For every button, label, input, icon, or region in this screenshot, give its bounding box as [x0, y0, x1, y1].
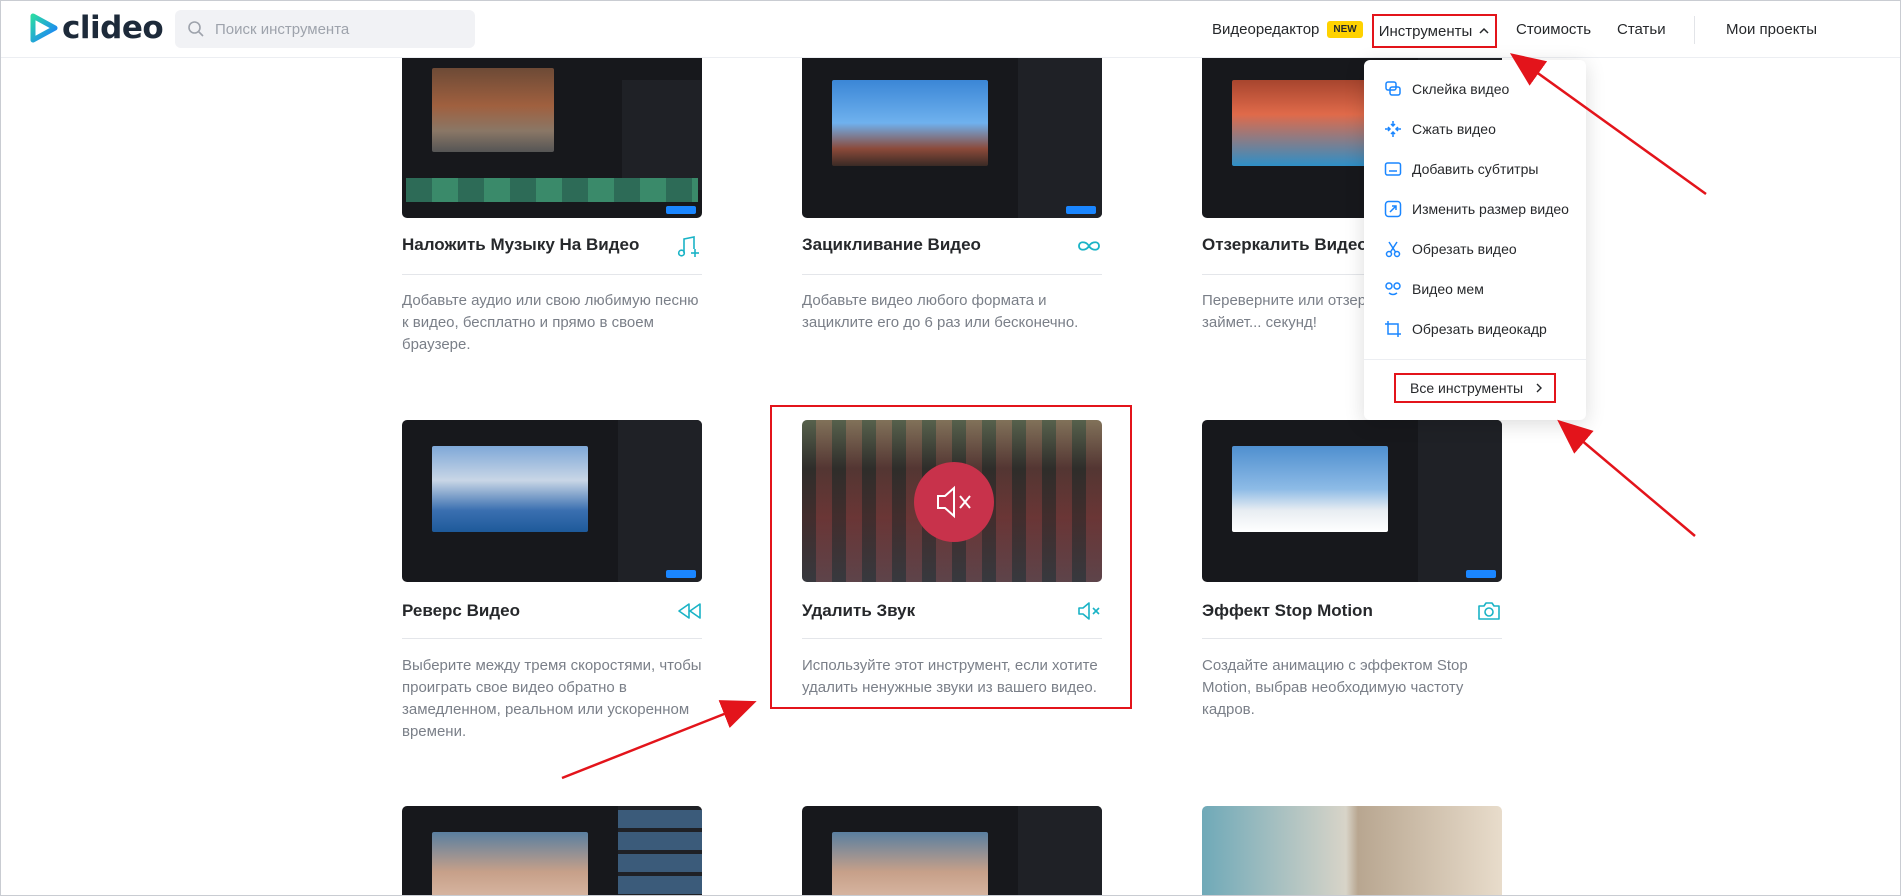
highlight-remove-audio-card [770, 405, 1132, 709]
meme-icon [1385, 282, 1401, 296]
scissors-icon [1385, 241, 1401, 258]
tool-card-row3-1[interactable] [402, 806, 702, 896]
resize-icon [1384, 200, 1402, 218]
nav-video-editor-label: Видеоредактор [1212, 20, 1320, 38]
compress-icon [1385, 121, 1401, 137]
dropdown-divider [1364, 359, 1586, 360]
editor-panel [1418, 420, 1502, 582]
card-divider [1202, 638, 1502, 639]
editor-panel [618, 420, 702, 582]
video-preview [832, 80, 988, 166]
infinity-icon [1078, 241, 1100, 251]
dropdown-item-cut[interactable]: Обрезать видео [1384, 234, 1517, 264]
export-button [666, 570, 696, 578]
editor-panel [622, 80, 702, 190]
nav-video-editor[interactable]: Видеоредактор NEW [1212, 0, 1363, 58]
play-logo-icon [30, 13, 58, 43]
dropdown-item-resize[interactable]: Изменить размер видео [1384, 194, 1569, 224]
arrow-to-all-tools [1557, 419, 1696, 537]
nav-articles[interactable]: Статьи [1617, 0, 1666, 58]
new-badge: NEW [1327, 20, 1363, 38]
card-title[interactable]: Зацикливание Видео [802, 235, 981, 255]
dropdown-item-crop[interactable]: Обрезать видеокадр [1384, 314, 1547, 344]
rewind-icon [678, 603, 701, 619]
dropdown-item-label: Видео мем [1412, 281, 1484, 297]
dropdown-item-merge[interactable]: Склейка видео [1384, 74, 1509, 104]
card-title[interactable]: Отзеркалить Видео [1202, 235, 1368, 255]
nav-tools-label: Инструменты [1378, 22, 1473, 40]
search-input[interactable] [215, 20, 465, 38]
card-thumbnail [1202, 420, 1502, 582]
tools-dropdown: Склейка видео Сжать видео Добавить субти… [1364, 60, 1586, 420]
dropdown-item-label: Сжать видео [1412, 121, 1496, 137]
card-thumbnail [802, 806, 1102, 896]
card-thumbnail [1202, 806, 1502, 896]
card-thumbnail [402, 806, 702, 896]
card-description: Создайте анимацию с эффектом Stop Motion… [1202, 657, 1468, 718]
tool-card-reverse-video[interactable]: Реверс Видео Выберите между тремя скорос… [402, 420, 702, 750]
card-title[interactable]: Реверс Видео [402, 601, 520, 621]
dropdown-item-label: Склейка видео [1412, 81, 1510, 97]
search-icon [188, 21, 204, 37]
editor-panel [1018, 58, 1102, 218]
card-divider [402, 274, 702, 275]
card-thumbnail [402, 58, 702, 218]
card-description: Выберите между тремя скоростями, чтобы п… [402, 657, 702, 740]
export-button [666, 206, 696, 214]
tool-card-row3-3[interactable] [1202, 806, 1502, 896]
nav-tools[interactable]: Инструменты [1372, 14, 1497, 48]
card-thumbnail [802, 58, 1102, 218]
search-box[interactable] [175, 10, 475, 48]
tool-card-stop-motion[interactable]: Эффект Stop Motion Создайте анимацию с э… [1202, 420, 1502, 720]
merge-icon [1385, 81, 1401, 96]
all-tools-label: Все инструменты [1410, 380, 1524, 396]
music-add-icon [677, 236, 699, 257]
chevron-up-icon [1479, 27, 1489, 34]
video-preview [432, 68, 554, 152]
site-header: clideo Видеоредактор NEW Инструменты Сто… [0, 0, 1901, 58]
video-preview [1232, 446, 1388, 532]
clideo-logo[interactable]: clideo [30, 10, 164, 46]
dropdown-item-label: Обрезать видео [1412, 241, 1517, 257]
logo-text: clideo [62, 10, 164, 46]
dropdown-item-label: Обрезать видеокадр [1412, 321, 1547, 337]
export-button [1466, 570, 1496, 578]
camera-icon [1478, 602, 1500, 620]
card-divider [402, 638, 702, 639]
card-title[interactable]: Эффект Stop Motion [1202, 601, 1373, 621]
timeline-strip [406, 178, 698, 202]
dropdown-item-compress[interactable]: Сжать видео [1384, 114, 1496, 144]
card-divider [802, 274, 1102, 275]
dropdown-item-meme[interactable]: Видео мем [1384, 274, 1484, 304]
crop-icon [1385, 321, 1401, 337]
card-thumbnail [402, 420, 702, 582]
export-button [1066, 206, 1096, 214]
tool-card-add-music[interactable]: Наложить Музыку На Видео Добавьте аудио … [402, 58, 702, 358]
editor-panel [618, 806, 702, 896]
tool-card-loop-video[interactable]: Зацикливание Видео Добавьте видео любого… [802, 58, 1102, 358]
video-preview [832, 832, 988, 896]
all-tools-button[interactable]: Все инструменты [1394, 373, 1556, 403]
subtitles-icon [1384, 162, 1402, 176]
video-preview [432, 832, 588, 896]
tool-card-row3-2[interactable] [802, 806, 1102, 896]
dropdown-item-subtitles[interactable]: Добавить субтитры [1384, 154, 1538, 184]
nav-divider [1694, 16, 1695, 44]
card-title[interactable]: Наложить Музыку На Видео [402, 235, 639, 255]
card-description: Добавьте аудио или свою любимую песню к … [402, 292, 699, 353]
nav-my-projects[interactable]: Мои проекты [1726, 0, 1817, 58]
dropdown-item-label: Добавить субтитры [1412, 161, 1539, 177]
nav-pricing[interactable]: Стоимость [1516, 0, 1591, 58]
video-preview [432, 446, 588, 532]
chevron-right-icon [1536, 383, 1542, 393]
card-description: Добавьте видео любого формата и зациклит… [802, 292, 1079, 331]
editor-panel [1018, 806, 1102, 896]
dropdown-item-label: Изменить размер видео [1412, 201, 1569, 217]
